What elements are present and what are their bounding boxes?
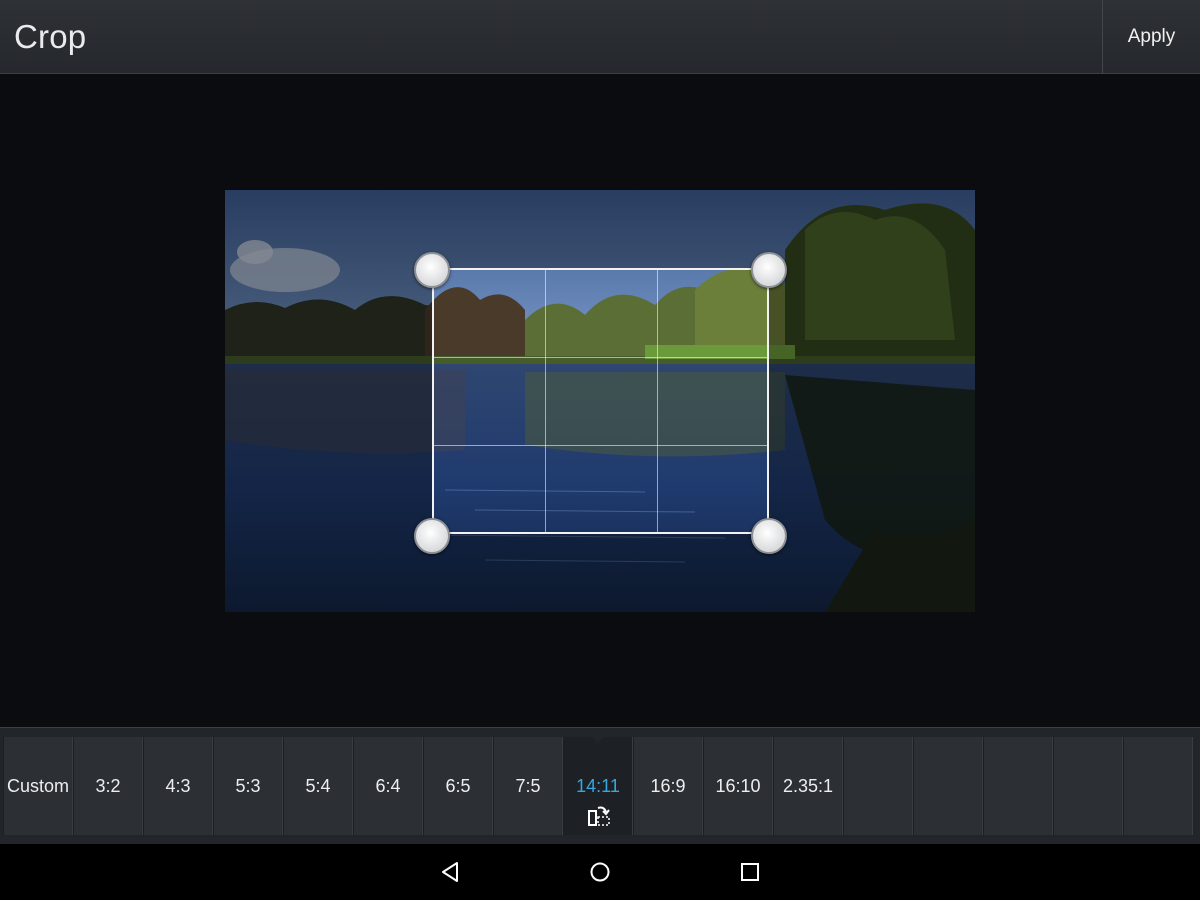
ratio-option[interactable] [1053, 737, 1123, 835]
ratio-label: 5:3 [235, 775, 261, 796]
recents-icon[interactable] [734, 856, 766, 888]
ratio-option[interactable]: 6:4 [353, 737, 423, 835]
aspect-ratio-bar: Custom 3:2 4:3 5:3 5:4 6:4 6:5 7:5 14:11 16:9 16:1… [0, 727, 1200, 844]
ratio-option[interactable]: 5:3 [213, 737, 283, 835]
dim-left [225, 268, 432, 534]
ratio-option[interactable]: 16:10 [703, 737, 773, 835]
dim-bottom [225, 534, 975, 612]
system-navigation-bar [0, 844, 1200, 900]
back-icon[interactable] [434, 856, 466, 888]
apply-button[interactable]: Apply [1102, 0, 1200, 74]
ratio-label: 14:11 [576, 775, 620, 796]
ratio-label: 6:5 [445, 775, 471, 796]
ratio-label: 3:2 [95, 775, 121, 796]
ratio-option[interactable]: 5:4 [283, 737, 353, 835]
crop-handle-top-left[interactable] [414, 252, 450, 288]
grid-line-vertical-2 [657, 270, 658, 532]
home-icon[interactable] [584, 856, 616, 888]
grid-line-horizontal-2 [434, 445, 767, 446]
ratio-label: 2.35:1 [782, 775, 834, 796]
ratio-label: 6:4 [375, 775, 401, 796]
rotate-crop-icon[interactable] [586, 803, 612, 829]
crop-handle-bottom-right[interactable] [751, 518, 787, 554]
crop-frame[interactable] [432, 268, 769, 534]
ratio-label: 16:9 [650, 775, 686, 796]
ratio-option[interactable]: 6:5 [423, 737, 493, 835]
ratio-option[interactable]: 4:3 [143, 737, 213, 835]
ratio-label: 4:3 [165, 775, 191, 796]
grid-line-horizontal-1 [434, 357, 767, 358]
aspect-ratio-list: Custom 3:2 4:3 5:3 5:4 6:4 6:5 7:5 14:11 16:9 16:1… [3, 736, 1193, 835]
ratio-option[interactable]: 16:9 [633, 737, 703, 835]
ratio-label: 16:10 [715, 775, 761, 796]
dim-right [769, 268, 975, 534]
ratio-option[interactable] [913, 737, 983, 835]
crop-handle-bottom-left[interactable] [414, 518, 450, 554]
app-header: Crop Apply [0, 0, 1200, 74]
ratio-option[interactable]: 2.35:1 [773, 737, 843, 835]
ratio-option[interactable] [983, 737, 1053, 835]
ratio-option[interactable]: 14:11 [563, 736, 633, 835]
ratio-option[interactable] [843, 737, 913, 835]
ratio-label: Custom [6, 775, 69, 796]
dim-top [225, 190, 975, 268]
ratio-option[interactable]: 3:2 [73, 737, 143, 835]
crop-handle-top-right[interactable] [751, 252, 787, 288]
ratio-option[interactable]: 7:5 [493, 737, 563, 835]
ratio-option[interactable] [1123, 737, 1193, 835]
ratio-label: 5:4 [305, 775, 331, 796]
grid-line-vertical-1 [545, 270, 546, 532]
ratio-label: 7:5 [515, 775, 541, 796]
ratio-option[interactable]: Custom [3, 737, 73, 835]
page-title: Crop [14, 18, 87, 55]
